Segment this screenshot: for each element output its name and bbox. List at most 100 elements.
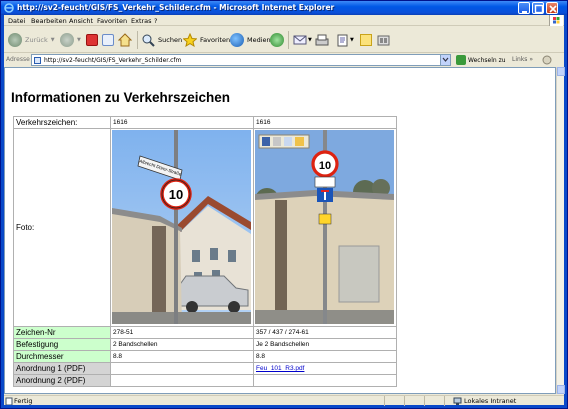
table-row: Zeichen-Nr 278-51 357 / 437 / 274-61 [13, 326, 397, 339]
media-icon [230, 33, 244, 47]
cell-value: 357 / 437 / 274-61 [253, 326, 397, 339]
menu-extras[interactable]: Extras [131, 17, 152, 25]
favorites-button[interactable]: Favoriten [183, 32, 230, 48]
cell-value [110, 362, 254, 375]
cell-value: 8.8 [110, 350, 254, 363]
address-input[interactable]: http://sv2-feucht/GIS/FS_Verkehr_Schilde… [31, 54, 451, 66]
maximize-button[interactable] [532, 2, 544, 14]
menu-bearbeiten[interactable]: Bearbeiten [31, 17, 67, 25]
stop-icon [86, 34, 98, 46]
table-row: Befestigung 2 Bandschellen Je 2 Bandsche… [13, 338, 397, 351]
forward-button[interactable]: ▼ [60, 32, 81, 48]
mail-image-icon[interactable] [284, 137, 292, 146]
cell-value [253, 374, 397, 387]
status-text: Fertig [14, 397, 33, 405]
back-label: Zurück [25, 36, 48, 44]
row-label: Durchmesser [13, 350, 111, 363]
back-dropdown-icon[interactable]: ▼ [51, 37, 55, 43]
print-icon [315, 34, 329, 45]
vertical-scrollbar[interactable] [556, 67, 565, 394]
back-button[interactable]: Zurück ▼ [8, 32, 55, 48]
cell-value: Je 2 Bandschellen [253, 338, 397, 351]
row-label: Verkehrszeichen: [13, 116, 111, 129]
traffic-sign-table: Verkehrszeichen: 1616 1616 Foto: Albrech… [13, 116, 397, 387]
history-button[interactable] [270, 32, 284, 48]
history-icon [270, 33, 284, 47]
search-icon [142, 34, 155, 47]
media-button[interactable]: Medien [230, 32, 271, 48]
table-row: Durchmesser 8.8 8.8 [13, 350, 397, 363]
address-bar: Adresse http://sv2-feucht/GIS/FS_Verkehr… [4, 54, 564, 66]
cell-value: 8.8 [253, 350, 397, 363]
row-label: Foto: [13, 128, 111, 327]
page-content: Informationen zu Verkehrszeichen Verkehr… [4, 67, 556, 394]
status-divider [384, 396, 385, 406]
toolbar-divider [137, 31, 138, 49]
title-bar[interactable]: http://sv2-feucht/GIS/FS_Verkehr_Schilde… [1, 1, 567, 15]
refresh-icon [102, 34, 114, 46]
note-icon [360, 34, 372, 46]
back-arrow-icon [8, 33, 22, 47]
ie-logo-icon [4, 3, 14, 13]
pdf-link[interactable]: Feu_101_R3.pdf [256, 365, 304, 372]
research-button[interactable] [377, 32, 390, 48]
address-url: http://sv2-feucht/GIS/FS_Verkehr_Schilde… [44, 57, 182, 64]
speed-limit-sign-text: 10 [169, 187, 183, 202]
mail-icon [293, 35, 307, 45]
go-label: Wechseln zu [468, 56, 506, 64]
pdf-link-cell: Feu_101_R3.pdf [253, 362, 397, 375]
home-button[interactable] [118, 32, 132, 48]
photo-cell-2: 10 [253, 128, 397, 327]
status-divider [424, 396, 425, 406]
photo-cell-1: Albrecht Dürer-Straße 10 [110, 128, 254, 327]
toolbar: Zurück ▼ ▼ Suchen Favoriten Medien ▼ ▼ [4, 27, 564, 53]
refresh-button[interactable] [102, 32, 114, 48]
open-folder-icon[interactable] [295, 137, 304, 146]
close-button[interactable] [546, 2, 558, 14]
browser-chrome: Datei Bearbeiten Ansicht Favoriten Extra… [4, 15, 565, 406]
menu-datei[interactable]: Datei [8, 17, 25, 25]
discuss-button[interactable] [360, 32, 372, 48]
go-button[interactable]: Wechseln zu [456, 55, 506, 65]
scroll-down-button[interactable] [557, 385, 565, 394]
edit-button[interactable]: ▼ [336, 32, 354, 48]
row-label: Anordnung 2 (PDF) [13, 374, 111, 387]
print-button[interactable] [315, 32, 329, 48]
forward-dropdown-icon[interactable]: ▼ [77, 37, 81, 43]
cell-value: 1616 [110, 116, 254, 129]
address-label: Adresse [6, 56, 30, 63]
menu-favoriten[interactable]: Favoriten [97, 17, 127, 25]
row-label: Anordnung 1 (PDF) [13, 362, 111, 375]
browser-window: http://sv2-feucht/GIS/FS_Verkehr_Schilde… [0, 0, 568, 409]
mail-dropdown-icon[interactable]: ▼ [308, 37, 312, 43]
photo-row: Foto: Albrecht Dürer-Straße 10 10 [13, 128, 397, 327]
scroll-up-button[interactable] [557, 67, 565, 76]
row-label: Befestigung [13, 338, 111, 351]
speed-limit-sign-text: 10 [319, 160, 331, 172]
links-label: Links [512, 56, 528, 63]
table-row: Verkehrszeichen: 1616 1616 [13, 116, 397, 129]
menu-ansicht[interactable]: Ansicht [69, 17, 93, 25]
save-image-icon[interactable] [262, 137, 270, 146]
toolbar-divider-2 [288, 31, 289, 49]
links-toolbar[interactable]: Links » [512, 56, 533, 63]
edit-dropdown-icon[interactable]: ▼ [350, 37, 354, 43]
mail-button[interactable]: ▼ [293, 32, 312, 48]
print-image-icon[interactable] [273, 137, 281, 146]
stop-button[interactable] [86, 32, 98, 48]
menu-bar: Datei Bearbeiten Ansicht Favoriten Extra… [4, 15, 564, 26]
page-icon [34, 57, 41, 64]
maximize-icon [534, 4, 544, 14]
minimize-button[interactable] [518, 2, 530, 14]
minimize-icon [522, 11, 527, 13]
media-label: Medien [247, 36, 271, 44]
chevron-down-icon [442, 57, 449, 62]
intranet-zone-icon [453, 397, 462, 405]
menu-help[interactable]: ? [154, 17, 157, 25]
extension-icon[interactable] [542, 55, 552, 65]
status-divider [404, 396, 405, 406]
search-label: Suchen [158, 36, 183, 44]
home-icon [118, 33, 132, 47]
search-button[interactable]: Suchen [142, 32, 182, 48]
address-dropdown-button[interactable] [440, 55, 450, 65]
